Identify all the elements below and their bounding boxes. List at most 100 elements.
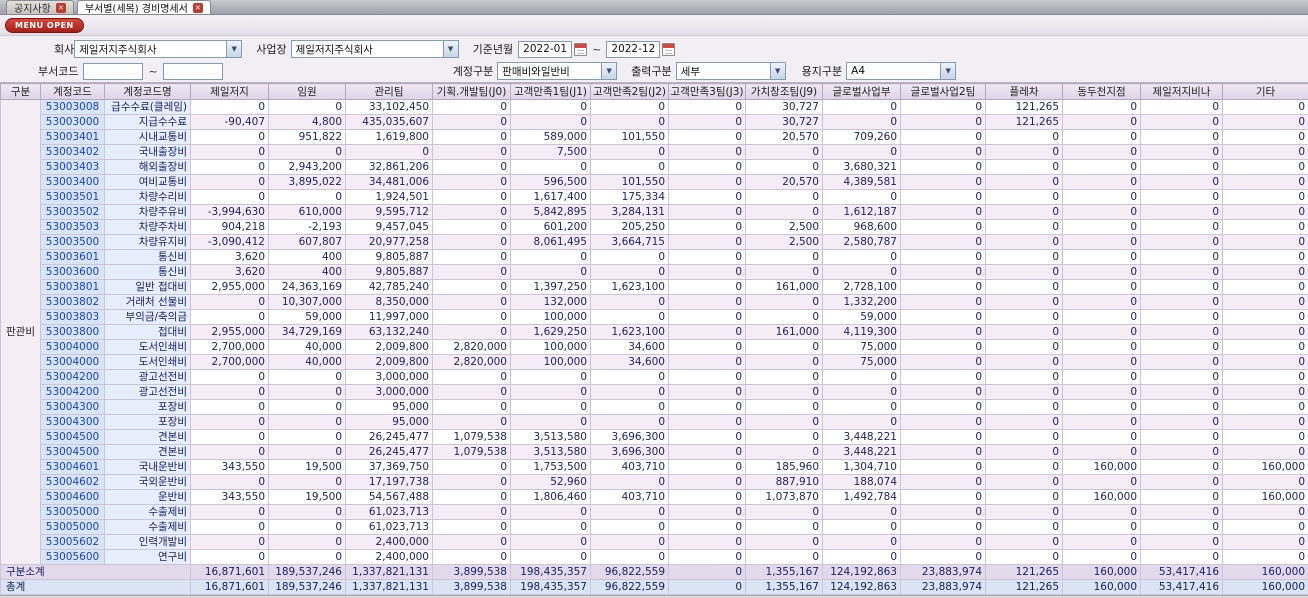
amount-cell[interactable]: 0 bbox=[590, 519, 669, 535]
amount-cell[interactable]: 1,806,460 bbox=[510, 489, 591, 505]
amount-cell[interactable]: 0 bbox=[1140, 474, 1223, 490]
workplace-select[interactable]: 제일저지주식회사 ▼ bbox=[290, 40, 459, 58]
amount-cell[interactable]: 0 bbox=[1062, 549, 1141, 565]
amount-cell[interactable]: 0 bbox=[1222, 354, 1308, 370]
amount-cell[interactable]: 0 bbox=[432, 264, 511, 280]
amount-cell[interactable]: 0 bbox=[668, 519, 746, 535]
amount-cell[interactable]: 0 bbox=[1222, 504, 1308, 520]
amount-cell[interactable]: 0 bbox=[268, 144, 346, 160]
amount-cell[interactable]: 0 bbox=[1140, 174, 1223, 190]
amount-cell[interactable]: 0 bbox=[745, 429, 823, 445]
amount-cell[interactable]: 0 bbox=[1140, 339, 1223, 355]
period-from-input[interactable] bbox=[518, 40, 573, 58]
amount-cell[interactable]: 0 bbox=[822, 249, 901, 265]
account-name-cell[interactable]: 포장비 bbox=[104, 399, 191, 415]
account-code-cell[interactable]: 53004500 bbox=[40, 429, 105, 445]
account-name-cell[interactable]: 견본비 bbox=[104, 444, 191, 460]
amount-cell[interactable]: 2,943,200 bbox=[268, 159, 346, 175]
amount-cell[interactable]: 0 bbox=[900, 414, 986, 430]
amount-cell[interactable]: 0 bbox=[985, 414, 1063, 430]
amount-cell[interactable]: 7,500 bbox=[510, 144, 591, 160]
amount-cell[interactable]: 0 bbox=[510, 504, 591, 520]
amount-cell[interactable]: 0 bbox=[590, 384, 669, 400]
amount-cell[interactable]: 100,000 bbox=[510, 309, 591, 325]
amount-cell[interactable]: 0 bbox=[1062, 399, 1141, 415]
amount-cell[interactable]: 0 bbox=[900, 159, 986, 175]
amount-cell[interactable]: 100,000 bbox=[510, 354, 591, 370]
column-header[interactable]: 동두천지점 bbox=[1062, 83, 1141, 100]
amount-cell[interactable]: 40,000 bbox=[268, 339, 346, 355]
amount-cell[interactable]: 0 bbox=[822, 399, 901, 415]
amount-cell[interactable]: 1,304,710 bbox=[822, 459, 901, 475]
amount-cell[interactable]: 0 bbox=[1062, 354, 1141, 370]
amount-cell[interactable]: 0 bbox=[432, 369, 511, 385]
amount-cell[interactable]: 0 bbox=[1222, 474, 1308, 490]
amount-cell[interactable]: 0 bbox=[1222, 219, 1308, 235]
amount-cell[interactable]: 0 bbox=[1222, 384, 1308, 400]
amount-cell[interactable]: 0 bbox=[985, 489, 1063, 505]
amount-cell[interactable]: 0 bbox=[190, 519, 269, 535]
amount-cell[interactable]: 0 bbox=[985, 189, 1063, 205]
amount-cell[interactable]: 0 bbox=[822, 114, 901, 130]
amount-cell[interactable]: 189,537,246 bbox=[268, 579, 346, 595]
amount-cell[interactable]: 96,822,559 bbox=[590, 564, 669, 580]
amount-cell[interactable]: 61,023,713 bbox=[345, 504, 433, 520]
amount-cell[interactable]: 0 bbox=[1140, 489, 1223, 505]
amount-cell[interactable]: 0 bbox=[822, 519, 901, 535]
amount-cell[interactable]: 435,035,607 bbox=[345, 114, 433, 130]
amount-cell[interactable]: 0 bbox=[190, 399, 269, 415]
amount-cell[interactable]: 0 bbox=[590, 504, 669, 520]
amount-cell[interactable]: 0 bbox=[985, 474, 1063, 490]
amount-cell[interactable]: 0 bbox=[432, 144, 511, 160]
calendar-icon[interactable] bbox=[574, 42, 588, 56]
amount-cell[interactable]: 0 bbox=[985, 249, 1063, 265]
amount-cell[interactable]: 0 bbox=[1140, 189, 1223, 205]
amount-cell[interactable]: 0 bbox=[1140, 219, 1223, 235]
account-name-cell[interactable]: 운반비 bbox=[104, 489, 191, 505]
amount-cell[interactable]: 0 bbox=[1062, 324, 1141, 340]
amount-cell[interactable]: 0 bbox=[510, 534, 591, 550]
amount-cell[interactable]: 0 bbox=[985, 444, 1063, 460]
amount-cell[interactable]: 0 bbox=[985, 354, 1063, 370]
amount-cell[interactable]: 17,197,738 bbox=[345, 474, 433, 490]
amount-cell[interactable]: 2,009,800 bbox=[345, 354, 433, 370]
account-name-cell[interactable]: 수출제비 bbox=[104, 504, 191, 520]
amount-cell[interactable]: 0 bbox=[900, 204, 986, 220]
amount-cell[interactable]: 0 bbox=[1222, 159, 1308, 175]
amount-cell[interactable]: 0 bbox=[1140, 99, 1223, 115]
amount-cell[interactable]: 59,000 bbox=[822, 309, 901, 325]
amount-cell[interactable]: 0 bbox=[985, 534, 1063, 550]
amount-cell[interactable]: 0 bbox=[985, 219, 1063, 235]
amount-cell[interactable]: 596,500 bbox=[510, 174, 591, 190]
account-name-cell[interactable]: 인력개발비 bbox=[104, 534, 191, 550]
amount-cell[interactable]: 0 bbox=[1140, 129, 1223, 145]
amount-cell[interactable]: 26,245,477 bbox=[345, 429, 433, 445]
amount-cell[interactable]: 30,727 bbox=[745, 99, 823, 115]
amount-cell[interactable]: 0 bbox=[1140, 384, 1223, 400]
amount-cell[interactable]: 0 bbox=[1222, 204, 1308, 220]
amount-cell[interactable]: 0 bbox=[268, 384, 346, 400]
amount-cell[interactable]: 0 bbox=[1062, 159, 1141, 175]
amount-cell[interactable]: 0 bbox=[985, 399, 1063, 415]
account-name-cell[interactable]: 견본비 bbox=[104, 429, 191, 445]
amount-cell[interactable]: 951,822 bbox=[268, 129, 346, 145]
amount-cell[interactable]: 4,800 bbox=[268, 114, 346, 130]
account-code-cell[interactable]: 53003600 bbox=[40, 264, 105, 280]
amount-cell[interactable]: 0 bbox=[668, 444, 746, 460]
column-header[interactable]: 계정코드 bbox=[40, 83, 105, 100]
amount-cell[interactable]: 0 bbox=[432, 159, 511, 175]
amount-cell[interactable]: 16,871,601 bbox=[190, 564, 269, 580]
amount-cell[interactable]: 0 bbox=[190, 189, 269, 205]
amount-cell[interactable]: 0 bbox=[745, 204, 823, 220]
account-name-cell[interactable]: 국내운반비 bbox=[104, 459, 191, 475]
amount-cell[interactable]: 0 bbox=[900, 489, 986, 505]
amount-cell[interactable]: 0 bbox=[590, 534, 669, 550]
amount-cell[interactable]: 3,513,580 bbox=[510, 444, 591, 460]
account-name-cell[interactable]: 도서인쇄비 bbox=[104, 354, 191, 370]
amount-cell[interactable]: 100,000 bbox=[510, 339, 591, 355]
amount-cell[interactable]: 0 bbox=[1140, 204, 1223, 220]
amount-cell[interactable]: 403,710 bbox=[590, 489, 669, 505]
amount-cell[interactable]: 0 bbox=[1062, 294, 1141, 310]
amount-cell[interactable]: 0 bbox=[668, 294, 746, 310]
account-name-cell[interactable]: 도서인쇄비 bbox=[104, 339, 191, 355]
